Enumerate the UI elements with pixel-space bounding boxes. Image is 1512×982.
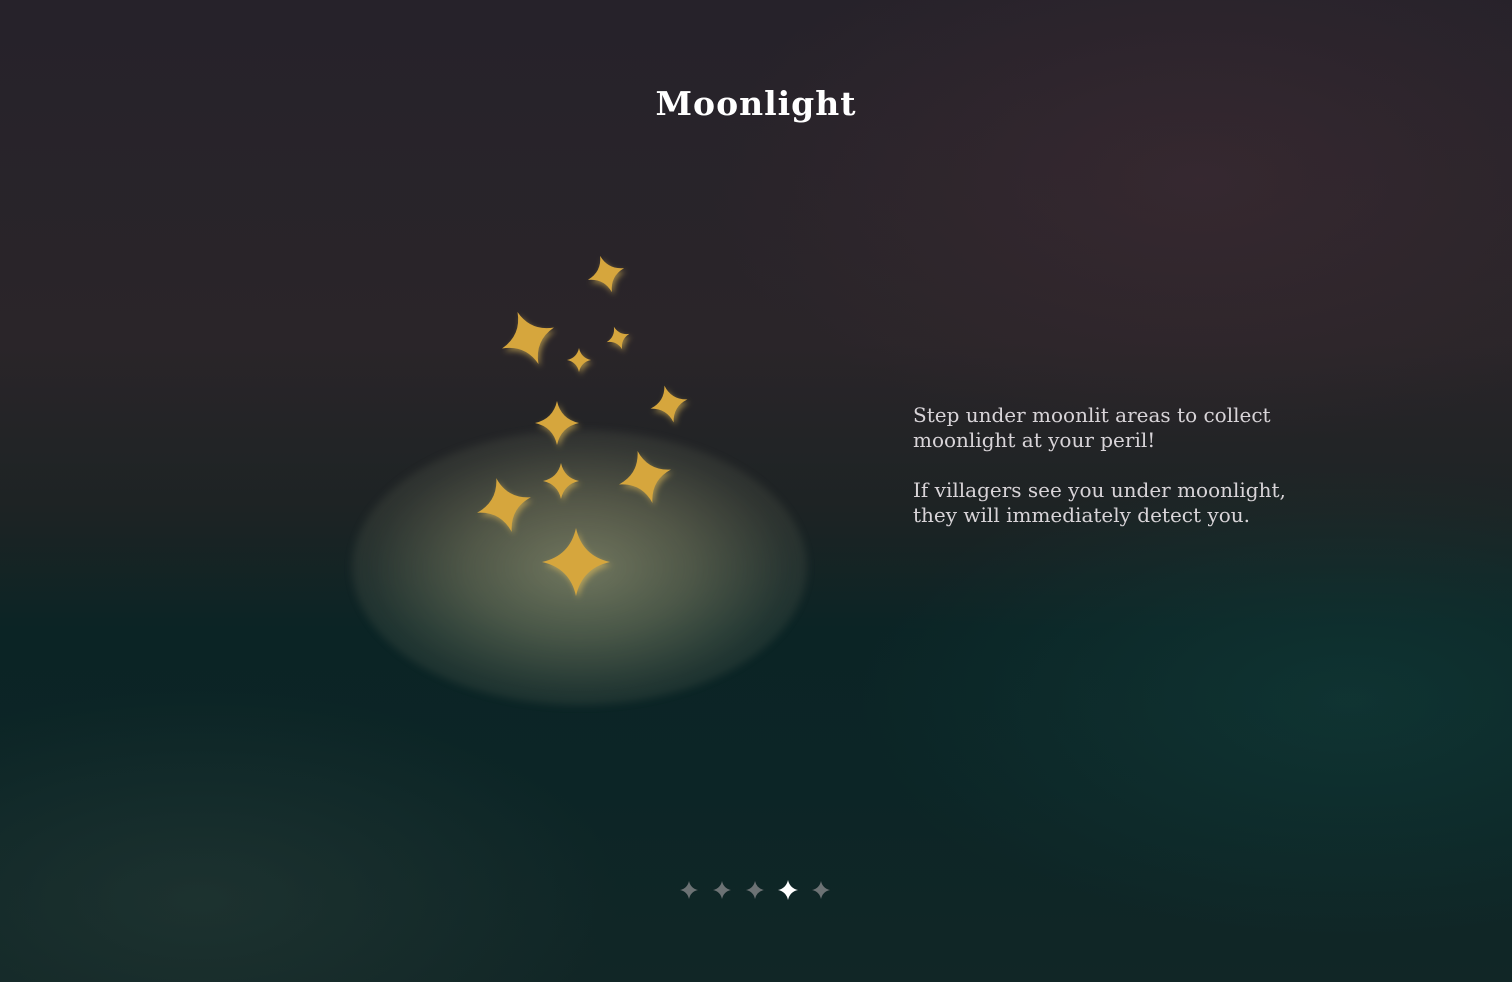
page-indicator	[672, 874, 840, 906]
tutorial-screen: Moonlight Step under moonlit areas to co…	[0, 0, 1512, 982]
star-icon	[745, 881, 764, 899]
sparkle-5	[650, 385, 688, 423]
star-icon	[811, 881, 830, 899]
sparkle-3	[606, 326, 630, 350]
star-icon	[777, 880, 798, 900]
page-dot-3[interactable]	[738, 874, 771, 906]
sparkle-6	[535, 401, 579, 445]
sparkle-1	[587, 255, 625, 293]
sparkle-10	[542, 528, 610, 596]
description-line-2: If villagers see you under moonlight, th…	[913, 478, 1286, 527]
tutorial-description: Step under moonlit areas to collect moon…	[913, 403, 1333, 553]
page-dot-5[interactable]	[804, 874, 837, 906]
star-icon	[679, 881, 698, 899]
sparkle-7	[619, 451, 671, 503]
sparkle-4	[567, 348, 591, 372]
sparkle-9	[477, 478, 531, 532]
description-line-1: Step under moonlit areas to collect moon…	[913, 403, 1271, 452]
sparkle-2	[502, 312, 554, 364]
page-dot-2[interactable]	[705, 874, 738, 906]
page-dot-1[interactable]	[672, 874, 705, 906]
sparkle-8	[543, 463, 579, 499]
page-dot-4[interactable]	[771, 874, 804, 906]
star-icon	[712, 881, 731, 899]
